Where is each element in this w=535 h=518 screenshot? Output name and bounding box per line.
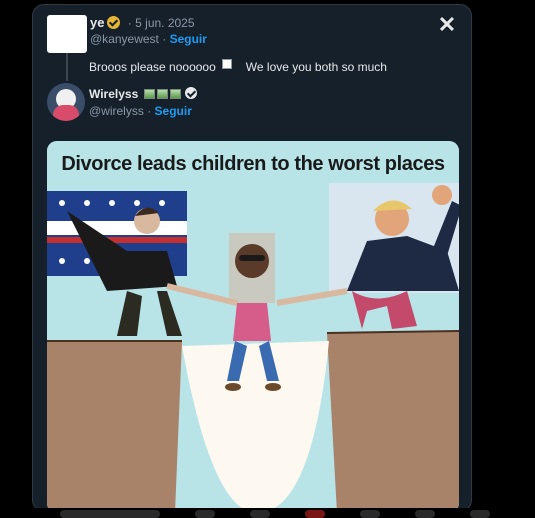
emoji-image-icon [169,89,181,99]
post-image[interactable]: Divorce leads children to the worst plac… [47,141,459,511]
reply-handle-row: @wirelyss · Seguir [89,104,192,118]
emoji-image-icon [156,89,168,99]
post-date[interactable]: 5 jun. 2025 [135,16,194,30]
avatar-wirelyss[interactable] [47,83,85,121]
author-name[interactable]: ye [90,15,104,30]
reply-follow-button[interactable]: Seguir [155,104,192,118]
meme-illustration [47,141,459,511]
verified-gold-icon [107,16,121,29]
parent-handle-row: @kanyewest · Seguir [90,32,207,46]
post-text-part-2: We love you both so much [245,60,387,74]
reply-author-name[interactable]: Wirelyss [89,87,138,101]
close-icon[interactable]: ✕ [435,13,459,37]
follow-button[interactable]: Seguir [170,32,207,46]
post-dialog: ye · 5 jun. 2025 @kanyewest · Seguir ✕ B… [32,4,472,512]
bottom-bar [0,508,535,518]
reply-header: Wirelyss [89,87,197,101]
image-caption: Divorce leads children to the worst plac… [61,153,445,175]
emoji-image-icon [143,89,155,99]
parent-post-text: Brooos please noooooo We love you both so… [89,59,387,74]
verified-icon [184,87,197,99]
parent-header: ye · 5 jun. 2025 [90,15,195,30]
thread-line [66,53,68,81]
reply-author-handle[interactable]: @wirelyss [89,104,144,118]
author-handle[interactable]: @kanyewest [90,32,159,46]
avatar-ye[interactable] [47,15,87,53]
broken-image-icon [221,59,232,69]
post-text-part-1: Brooos please noooooo [89,60,216,74]
